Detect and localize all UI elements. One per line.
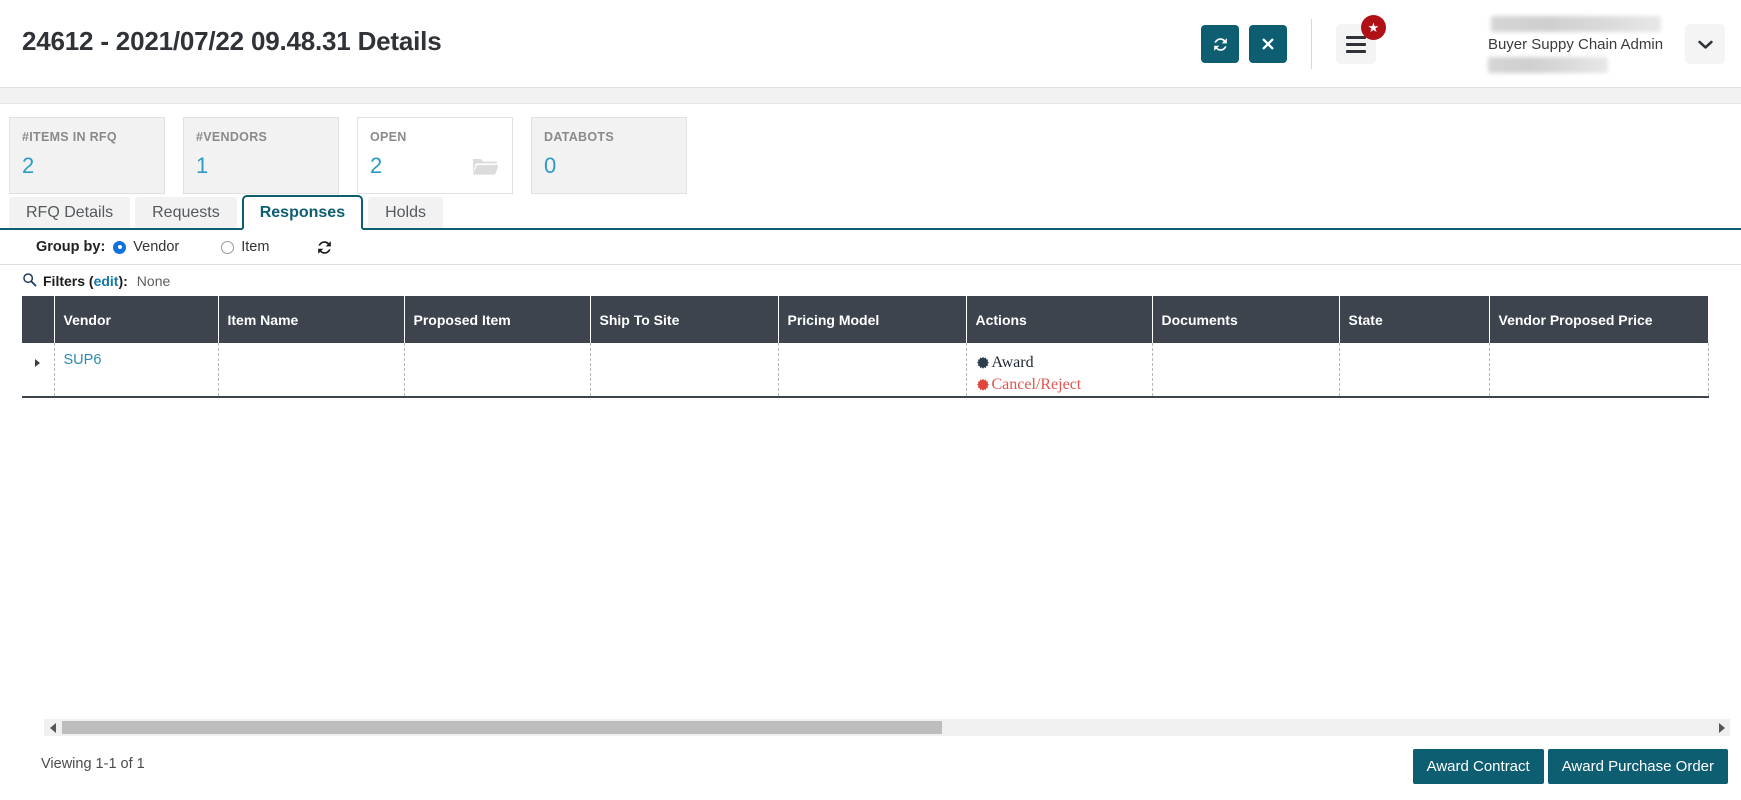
cell-state	[1339, 343, 1490, 399]
tab-rfq-details[interactable]: RFQ Details	[9, 197, 131, 228]
group-by-toolbar: Group by: Vendor Item	[0, 230, 1741, 265]
header-divider	[1311, 19, 1312, 69]
group-by-label: Group by:	[36, 239, 106, 255]
cell-vendor: SUP6	[54, 343, 219, 399]
kpi-value: 0	[544, 153, 557, 178]
horizontal-scrollbar[interactable]	[44, 719, 1730, 737]
cell-actions: Award Cancel/Reject	[966, 343, 1153, 399]
hamburger-icon	[1346, 34, 1366, 55]
filters-label: Filters (	[43, 272, 94, 289]
radio-vendor[interactable]	[113, 240, 127, 254]
col-header-documents[interactable]: Documents	[1152, 296, 1340, 343]
grid-refresh-button[interactable]	[315, 238, 334, 257]
header-actions: ★ Buyer Suppy Chain Admin	[1201, 0, 1741, 88]
row-expander-cell[interactable]	[22, 343, 55, 399]
group-by-vendor-option[interactable]: Vendor	[113, 239, 179, 255]
kpi-label: DATABOTS	[544, 130, 614, 144]
award-contract-button[interactable]: Award Contract	[1412, 749, 1544, 784]
group-by-item-option[interactable]: Item	[221, 239, 269, 255]
tab-requests[interactable]: Requests	[135, 197, 237, 228]
kpi-card-vendors[interactable]: #VENDORS 1	[183, 117, 339, 194]
col-header-expander	[22, 296, 55, 343]
tab-holds[interactable]: Holds	[368, 197, 443, 228]
kpi-value: 2	[22, 153, 35, 178]
user-menu-button[interactable]	[1685, 24, 1725, 64]
user-account-block[interactable]: Buyer Suppy Chain Admin	[1487, 15, 1741, 73]
tab-bar: RFQ Details Requests Responses Holds	[0, 195, 1741, 230]
vendor-link[interactable]: SUP6	[64, 352, 102, 368]
search-icon	[22, 272, 37, 290]
award-action[interactable]: Award	[976, 352, 1152, 373]
filters-edit-link[interactable]: edit	[94, 273, 119, 289]
chevron-right-icon[interactable]	[35, 359, 41, 367]
kpi-value: 1	[196, 153, 209, 178]
table-body: SUP6 Award Cancel/Reject	[22, 343, 1709, 399]
responses-grid-area: Vendor Item Name Proposed Item Ship To S…	[0, 296, 1741, 737]
radio-item-label: Item	[241, 239, 270, 255]
award-burst-icon	[976, 356, 990, 370]
radio-vendor-label: Vendor	[133, 239, 180, 255]
col-header-pricing-model[interactable]: Pricing Model	[778, 296, 967, 343]
col-header-vendor[interactable]: Vendor	[54, 296, 219, 343]
tab-responses[interactable]: Responses	[241, 195, 364, 230]
cell-documents	[1152, 343, 1340, 399]
filters-bar: Filters ( edit ): None	[0, 265, 1741, 296]
cell-vendor-proposed-price	[1489, 343, 1709, 399]
scroll-left-button[interactable]	[44, 719, 61, 736]
refresh-button[interactable]	[1201, 25, 1239, 63]
chevron-down-icon	[1697, 40, 1713, 49]
cancel-burst-icon	[976, 378, 990, 392]
kpi-label: #VENDORS	[196, 130, 268, 144]
redacted-line-bottom	[1488, 56, 1608, 73]
user-names: Buyer Suppy Chain Admin	[1487, 15, 1664, 73]
notification-star-badge: ★	[1361, 15, 1386, 40]
kpi-card-databots[interactable]: DATABOTS 0	[531, 117, 687, 194]
triangle-left-icon	[49, 722, 56, 733]
viewing-count: Viewing 1-1 of 1	[41, 756, 145, 772]
col-header-ship-to-site[interactable]: Ship To Site	[590, 296, 779, 343]
redacted-line-top	[1490, 15, 1661, 32]
cell-ship-to-site	[590, 343, 779, 399]
col-header-actions[interactable]: Actions	[966, 296, 1153, 343]
filters-value: None	[136, 272, 171, 289]
cell-item-name	[218, 343, 405, 399]
table-head: Vendor Item Name Proposed Item Ship To S…	[22, 296, 1709, 343]
refresh-icon	[318, 240, 332, 254]
app-header: 24612 - 2021/07/22 09.48.31 Details ★ Bu…	[0, 0, 1741, 88]
table-header-row: Vendor Item Name Proposed Item Ship To S…	[22, 296, 1709, 343]
grid-empty-space	[22, 398, 1741, 737]
kpi-label: OPEN	[370, 130, 407, 144]
main-menu-button[interactable]: ★	[1336, 15, 1386, 64]
kpi-card-items-in-rfq[interactable]: #ITEMS IN RFQ 2	[9, 117, 165, 194]
close-icon	[1262, 38, 1274, 50]
radio-item[interactable]	[221, 240, 235, 254]
award-purchase-order-button[interactable]: Award Purchase Order	[1547, 749, 1728, 784]
kpi-cards: #ITEMS IN RFQ 2 #VENDORS 1 OPEN 2 DATABO…	[0, 104, 1741, 197]
scroll-right-button[interactable]	[1713, 719, 1730, 736]
cell-proposed-item	[404, 343, 591, 399]
filters-label-end: ):	[118, 272, 128, 289]
header-grey-strip	[0, 88, 1741, 104]
col-header-state[interactable]: State	[1339, 296, 1490, 343]
kpi-card-open[interactable]: OPEN 2	[357, 117, 513, 194]
triangle-right-icon	[1718, 722, 1725, 733]
cancel-reject-action-label: Cancel/Reject	[991, 376, 1082, 394]
user-role-label: Buyer Suppy Chain Admin	[1487, 35, 1664, 53]
responses-table: Vendor Item Name Proposed Item Ship To S…	[22, 296, 1709, 399]
folder-icon	[472, 156, 499, 181]
kpi-label: #ITEMS IN RFQ	[22, 130, 117, 144]
page-title: 24612 - 2021/07/22 09.48.31 Details	[22, 26, 442, 56]
footer-buttons: Award Contract Award Purchase Order	[1412, 749, 1728, 784]
cell-pricing-model	[778, 343, 967, 399]
refresh-icon	[1213, 37, 1227, 51]
award-action-label: Award	[991, 354, 1034, 371]
footer-bar: Viewing 1-1 of 1 Award Contract Award Pu…	[0, 738, 1741, 800]
cancel-reject-action[interactable]: Cancel/Reject	[976, 374, 1152, 395]
col-header-vendor-proposed-price[interactable]: Vendor Proposed Price	[1489, 296, 1709, 343]
close-button[interactable]	[1249, 25, 1287, 63]
scrollbar-thumb[interactable]	[62, 721, 942, 735]
col-header-item-name[interactable]: Item Name	[218, 296, 405, 343]
col-header-proposed-item[interactable]: Proposed Item	[404, 296, 591, 343]
table-row[interactable]: SUP6 Award Cancel/Reject	[22, 343, 1709, 399]
